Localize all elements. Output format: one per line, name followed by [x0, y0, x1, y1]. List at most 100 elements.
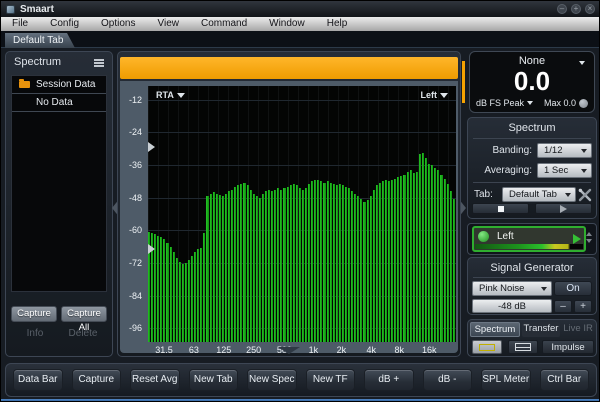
- bottom-button-ctrl-bar[interactable]: Ctrl Bar: [539, 369, 589, 391]
- plot-type-selector[interactable]: RTA: [156, 90, 185, 100]
- capture-all-button[interactable]: Capture All: [61, 306, 107, 333]
- info-button: Info: [26, 328, 44, 339]
- spectrum-bar: [231, 189, 234, 342]
- spectrum-bar: [243, 182, 246, 342]
- input-select-spinner[interactable]: [586, 232, 592, 243]
- capture-button[interactable]: Capture: [11, 306, 57, 322]
- spectrum-bar: [421, 152, 425, 342]
- plot-area[interactable]: RTA Left: [148, 86, 456, 342]
- list-item-session-data[interactable]: Session Data: [12, 76, 106, 94]
- mode-tab-spectrum[interactable]: Spectrum: [470, 322, 520, 337]
- spectrum-bar: [228, 190, 231, 342]
- spin-down-icon: [586, 239, 592, 243]
- level-plus-button[interactable]: +: [574, 300, 592, 313]
- spectrum-bar: [394, 178, 397, 342]
- bottom-button-new-tf[interactable]: New TF: [305, 369, 355, 391]
- spectrum-bar: [372, 189, 375, 342]
- spectrum-bar: [354, 193, 357, 342]
- spectrum-bar: [215, 193, 218, 342]
- readout-unit-select[interactable]: dB FS Peak: [476, 98, 524, 108]
- bottom-button-capture[interactable]: Capture: [71, 369, 121, 391]
- mode-tab-transfer[interactable]: Transfer: [521, 322, 561, 337]
- hamburger-menu-icon[interactable]: [94, 59, 104, 68]
- chevron-down-icon[interactable]: [579, 61, 585, 65]
- generator-type-dropdown[interactable]: Pink Noise: [472, 281, 552, 296]
- spectrum-bar: [286, 186, 289, 342]
- spectrum-bar: [314, 179, 317, 342]
- spectrum-bar: [163, 238, 166, 342]
- input-meter[interactable]: Left: [472, 226, 586, 252]
- spectrum-bar: [345, 186, 348, 342]
- spectrum-bar: [320, 181, 323, 342]
- impulse-button[interactable]: Impulse: [542, 340, 594, 354]
- bottom-button-spl-meter[interactable]: SPL Meter: [481, 369, 531, 391]
- menu-item-config[interactable]: Config: [39, 17, 90, 31]
- x-tick-label: 31.5: [155, 345, 173, 355]
- chevron-down-icon: [541, 287, 547, 291]
- menu-item-view[interactable]: View: [147, 17, 191, 31]
- play-button[interactable]: [535, 203, 592, 214]
- list-item-no-data[interactable]: No Data: [12, 94, 106, 112]
- data-library-sidebar: Spectrum Session Data No Data Capture Ca…: [5, 51, 113, 357]
- menu-item-options[interactable]: Options: [90, 17, 146, 31]
- y-tick-label: -12: [128, 94, 142, 105]
- menu-item-window[interactable]: Window: [258, 17, 316, 31]
- split-view-button[interactable]: [508, 340, 538, 354]
- spectrum-bar: [261, 193, 264, 342]
- spectrum-bar: [409, 170, 412, 342]
- window-title: Smaart: [20, 3, 54, 15]
- sidebar-header: Spectrum: [6, 52, 112, 72]
- sidebar-disabled-buttons: Info Delete: [11, 328, 107, 342]
- threshold-marker-icon[interactable]: [148, 142, 155, 153]
- plot-channel-selector[interactable]: Left: [421, 90, 448, 100]
- spectrum-bar: [323, 182, 326, 342]
- spectrum-bar: [341, 185, 344, 342]
- menu-item-help[interactable]: Help: [316, 17, 359, 31]
- menu-item-command[interactable]: Command: [190, 17, 258, 31]
- tab-settings-tools-icon[interactable]: [577, 187, 593, 203]
- minimize-icon[interactable]: –: [557, 4, 567, 14]
- spectrum-bar: [348, 188, 351, 342]
- maximize-icon[interactable]: +: [571, 4, 581, 14]
- spin-up-icon: [586, 232, 592, 236]
- spectrum-bar: [221, 196, 224, 342]
- y-axis-labels: -12 -24 -36 -48 -60 -72 -84 -96: [120, 86, 145, 342]
- signal-clip-indicator-bar: [120, 57, 458, 79]
- reset-max-button[interactable]: [579, 98, 588, 108]
- spectrum-bar: [160, 237, 163, 342]
- generator-on-button[interactable]: On: [554, 281, 592, 296]
- spectrograph-view-button[interactable]: [472, 340, 502, 354]
- spectrum-bar: [277, 188, 280, 342]
- tab-dropdown[interactable]: Default Tab: [502, 187, 576, 202]
- bottom-button-data-bar[interactable]: Data Bar: [13, 369, 63, 391]
- spectrum-bar: [295, 185, 298, 342]
- spectrum-bar: [326, 181, 329, 342]
- stop-button[interactable]: [472, 203, 529, 214]
- level-minus-button[interactable]: –: [554, 300, 572, 313]
- spectrum-bar: [311, 181, 314, 342]
- averaging-label: Averaging:: [484, 164, 532, 176]
- menu-item-file[interactable]: File: [1, 17, 39, 31]
- spectrum-bar: [255, 196, 258, 342]
- bottom-button-reset-avg[interactable]: Reset Avg: [130, 369, 180, 391]
- threshold-marker-icon[interactable]: [148, 244, 155, 255]
- close-icon[interactable]: ×: [585, 4, 595, 14]
- view-rect-icon: [479, 343, 495, 351]
- bottom-button-db-[interactable]: dB +: [364, 369, 414, 391]
- spectrum-bar: [397, 177, 400, 342]
- bottom-button-new-spec[interactable]: New Spec: [247, 369, 297, 391]
- spectrum-bar: [249, 189, 252, 342]
- banding-dropdown[interactable]: 1/12: [537, 142, 592, 158]
- smaart-window: Smaart – + × File Config Options View Comman…: [0, 0, 600, 402]
- averaging-dropdown[interactable]: 1 Sec: [537, 162, 592, 178]
- expand-down-arrow-icon[interactable]: [278, 347, 300, 354]
- spectrum-bar: [234, 186, 237, 342]
- generator-level-field[interactable]: -48 dB: [472, 299, 552, 313]
- title-bar[interactable]: Smaart – + ×: [1, 1, 599, 17]
- tab-default-tab[interactable]: Default Tab: [5, 33, 75, 48]
- mode-tab-live-ir[interactable]: Live IR: [562, 322, 594, 337]
- signal-generator-panel: Signal Generator Pink Noise On -48 dB – …: [467, 257, 597, 315]
- bottom-button-db-[interactable]: dB -: [422, 369, 472, 391]
- bottom-button-new-tab[interactable]: New Tab: [188, 369, 238, 391]
- generator-type-value: Pink Noise: [479, 283, 525, 294]
